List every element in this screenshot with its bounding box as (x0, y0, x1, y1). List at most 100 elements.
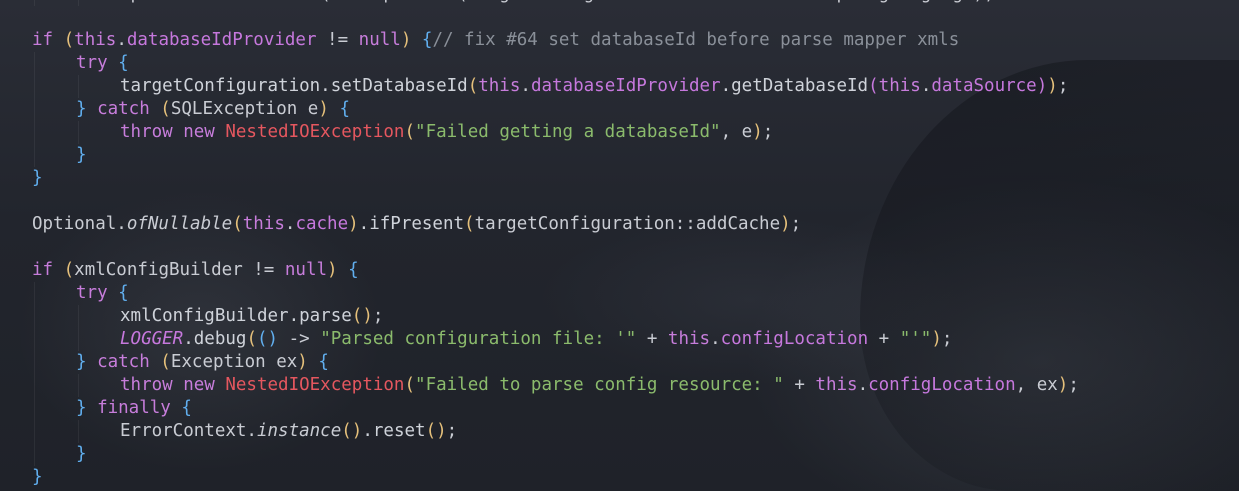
code-token: () (351, 306, 373, 326)
code-token: } (76, 444, 87, 464)
code-line[interactable]: if (this.databaseIdProvider != null) {//… (0, 29, 1239, 52)
code-token: } (32, 168, 43, 188)
code-token: dataSource (931, 76, 1037, 96)
code-token: catch (97, 99, 161, 119)
code-line-content: } (76, 144, 87, 167)
code-line-content: if (xmlConfigBuilder != null) { (32, 259, 359, 282)
code-token: ( (464, 214, 475, 234)
code-line[interactable]: ErrorContext.instance().reset(); (0, 420, 1239, 443)
indent-guide (34, 121, 35, 144)
code-line-content: Optional.ofNullable(this.cache).ifPresen… (32, 213, 801, 236)
code-token: ) (1057, 375, 1069, 395)
code-token: ( (467, 76, 479, 96)
code-line-content: } (76, 443, 87, 466)
code-line[interactable]: throw new NestedIOException("Failed to p… (0, 374, 1239, 397)
code-line-content: targetConfiguration.setDatabaseId(this.d… (120, 75, 1068, 98)
code-token: ( (63, 30, 75, 50)
code-token: .reset (362, 421, 426, 441)
code-token: { (318, 352, 329, 372)
code-token: ( (232, 214, 243, 234)
code-token: databaseIdProvider (126, 30, 317, 50)
code-editor[interactable]: Optional.ofNullable(this.present(targetC… (0, 0, 1239, 491)
code-line-content: } catch (SQLException e) { (76, 98, 350, 121)
code-line-content: } catch (Exception ex) { (76, 351, 329, 374)
indent-guide (34, 328, 35, 351)
code-line-content: } finally { (76, 397, 192, 420)
code-line-content: throw new NestedIOException("Failed to p… (120, 374, 1079, 397)
code-token: { (421, 30, 433, 50)
code-token: ) (931, 329, 942, 349)
code-token: . (284, 214, 296, 234)
code-line[interactable]: } catch (SQLException e) { (0, 98, 1239, 121)
code-line[interactable]: } finally { (0, 397, 1239, 420)
code-token: } (76, 99, 98, 119)
code-token: ) (327, 260, 349, 280)
code-token: ; (1057, 76, 1069, 96)
indent-guide (78, 328, 79, 351)
code-line[interactable]: targetConfiguration.setDatabaseId(this.d… (0, 75, 1239, 98)
code-line[interactable]: try { (0, 52, 1239, 75)
code-token: .debug (183, 329, 247, 349)
code-token: this (815, 375, 858, 395)
code-token: xmlConfigBuilder.parse (120, 306, 352, 326)
code-token: () (256, 329, 279, 349)
code-token: , ex (1015, 375, 1058, 395)
code-token: ( (63, 260, 75, 280)
code-line[interactable]: } (0, 167, 1239, 190)
code-token: { (348, 260, 359, 280)
code-token: ; (1068, 375, 1079, 395)
code-line[interactable]: if (xmlConfigBuilder != null) { (0, 259, 1239, 282)
code-line-content: xmlConfigBuilder.parse(); (120, 305, 383, 328)
code-token: . (857, 375, 869, 395)
code-token: try (76, 53, 119, 73)
code-token: present(targetConfiguration::setDefaultS… (383, 0, 994, 4)
code-token: + (868, 329, 900, 349)
code-token: ( (246, 329, 257, 349)
code-token: xmlConfigBuilder != (74, 260, 285, 280)
indent-guide (34, 305, 35, 328)
code-line[interactable]: throw new NestedIOException("Failed gett… (0, 121, 1239, 144)
code-line-content: throw new NestedIOException("Failed gett… (120, 121, 773, 144)
indent-guide (34, 144, 35, 167)
code-token: if (32, 260, 64, 280)
code-line[interactable] (0, 236, 1239, 259)
code-token: { (181, 398, 192, 418)
code-token: } (32, 467, 43, 487)
code-token: ) (400, 30, 422, 50)
code-token: } (76, 352, 98, 372)
code-token: Optional.ofNullable(this. (120, 0, 383, 4)
code-token: ) (1036, 76, 1048, 96)
code-token: () (341, 421, 363, 441)
code-line[interactable]: xmlConfigBuilder.parse(); (0, 305, 1239, 328)
code-line[interactable]: LOGGER.debug(() -> "Parsed configuration… (0, 328, 1239, 351)
indent-guide (34, 420, 35, 443)
code-token: , e (720, 122, 753, 142)
code-token: ErrorContext. (120, 421, 257, 441)
code-line[interactable]: } catch (Exception ex) { (0, 351, 1239, 374)
code-token: targetConfiguration::addCache (474, 214, 781, 234)
code-line-content: } (32, 167, 43, 190)
code-line[interactable]: } (0, 466, 1239, 489)
code-token: null (358, 30, 401, 50)
code-line-content: ErrorContext.instance().reset(); (120, 420, 457, 443)
code-token: -> (278, 329, 321, 349)
code-token: () (425, 421, 447, 441)
code-token: try (76, 283, 119, 303)
indent-guide (78, 121, 79, 144)
code-line[interactable] (0, 190, 1239, 213)
code-token: catch (97, 352, 161, 372)
code-token: ; (446, 421, 458, 441)
code-token: if (32, 30, 64, 50)
indent-guide (34, 397, 35, 420)
code-line[interactable]: } (0, 443, 1239, 466)
code-token: this (878, 76, 921, 96)
code-line[interactable] (0, 6, 1239, 29)
code-line[interactable]: Optional.ofNullable(this.cache).ifPresen… (0, 213, 1239, 236)
code-line-content: if (this.databaseIdProvider != null) {//… (32, 29, 959, 52)
code-token: throw new (120, 122, 226, 142)
code-token: configLocation (868, 375, 1016, 395)
code-token: ) (297, 352, 319, 372)
code-line[interactable]: } (0, 144, 1239, 167)
code-line[interactable]: try { (0, 282, 1239, 305)
code-token: ( (868, 76, 879, 96)
